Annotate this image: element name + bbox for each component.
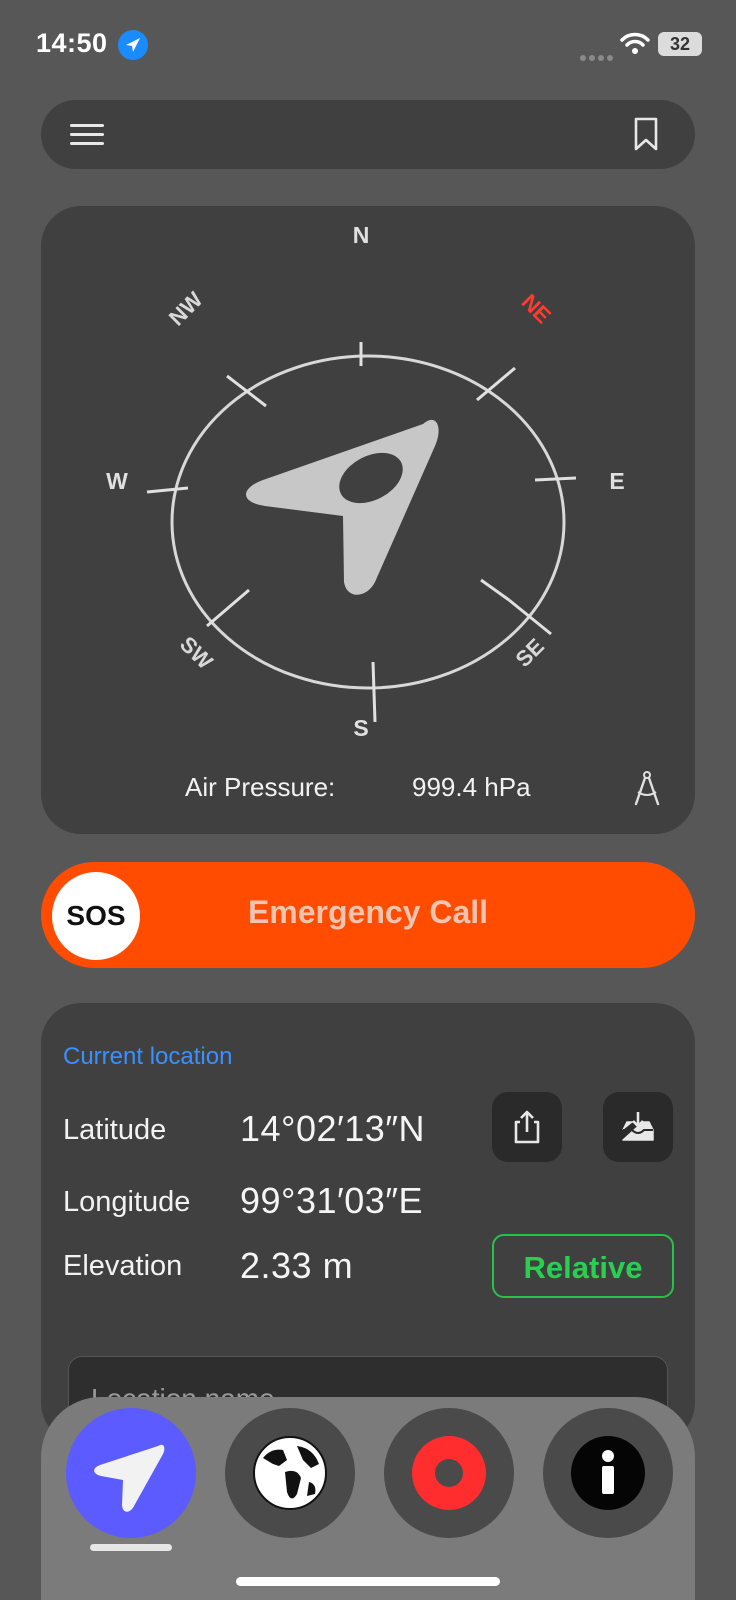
emergency-call-label: Emergency Call — [247, 894, 489, 930]
save-location-button[interactable] — [603, 1092, 673, 1162]
menu-icon[interactable] — [70, 124, 104, 146]
home-indicator[interactable] — [236, 1577, 500, 1586]
dir-n: N — [353, 222, 370, 248]
cellular-signal-icon — [580, 48, 616, 66]
globe-icon — [253, 1436, 327, 1510]
dir-ne: NE — [517, 289, 556, 328]
tab-compass[interactable] — [66, 1408, 196, 1538]
record-icon — [412, 1436, 486, 1510]
latitude-label: Latitude — [63, 1114, 167, 1146]
sos-slider-thumb[interactable]: SOS — [52, 872, 140, 960]
relative-button[interactable]: Relative — [492, 1234, 674, 1298]
current-location-heading: Current location — [63, 1043, 233, 1070]
dir-sw: SW — [175, 631, 218, 674]
info-icon — [571, 1436, 645, 1510]
calibrate-icon[interactable] — [632, 770, 662, 806]
share-button[interactable] — [492, 1092, 562, 1162]
air-pressure-label: Air Pressure: — [185, 772, 336, 802]
elevation-value: 2.33 m — [240, 1245, 354, 1286]
status-time: 14:50 — [36, 28, 108, 58]
tab-info[interactable] — [543, 1408, 673, 1538]
wifi-icon — [620, 32, 650, 61]
tab-map[interactable] — [225, 1408, 355, 1538]
tray-download-icon — [622, 1112, 654, 1141]
top-bar — [41, 100, 695, 169]
latitude-value: 14°02′13″N — [240, 1108, 426, 1149]
longitude-value: 99°31′03″E — [240, 1180, 424, 1221]
air-pressure-value: 999.4 hPa — [412, 772, 531, 802]
active-tab-indicator — [90, 1544, 172, 1551]
dir-se: SE — [510, 633, 548, 671]
bookmark-icon[interactable] — [634, 117, 658, 151]
location-services-icon — [118, 30, 148, 60]
longitude-label: Longitude — [63, 1186, 191, 1218]
elevation-label: Elevation — [63, 1250, 183, 1282]
dir-w: W — [106, 468, 128, 494]
share-icon — [514, 1110, 540, 1144]
compass-dial[interactable]: N NW NE W E SW SE S — [41, 206, 695, 834]
dir-nw: NW — [164, 287, 208, 331]
dir-e: E — [609, 468, 624, 494]
navigation-arrow-icon — [94, 1444, 165, 1512]
battery-indicator: 32 — [658, 32, 702, 56]
dir-s: S — [353, 715, 368, 741]
tab-record[interactable] — [384, 1408, 514, 1538]
heading-needle-icon — [246, 419, 439, 595]
